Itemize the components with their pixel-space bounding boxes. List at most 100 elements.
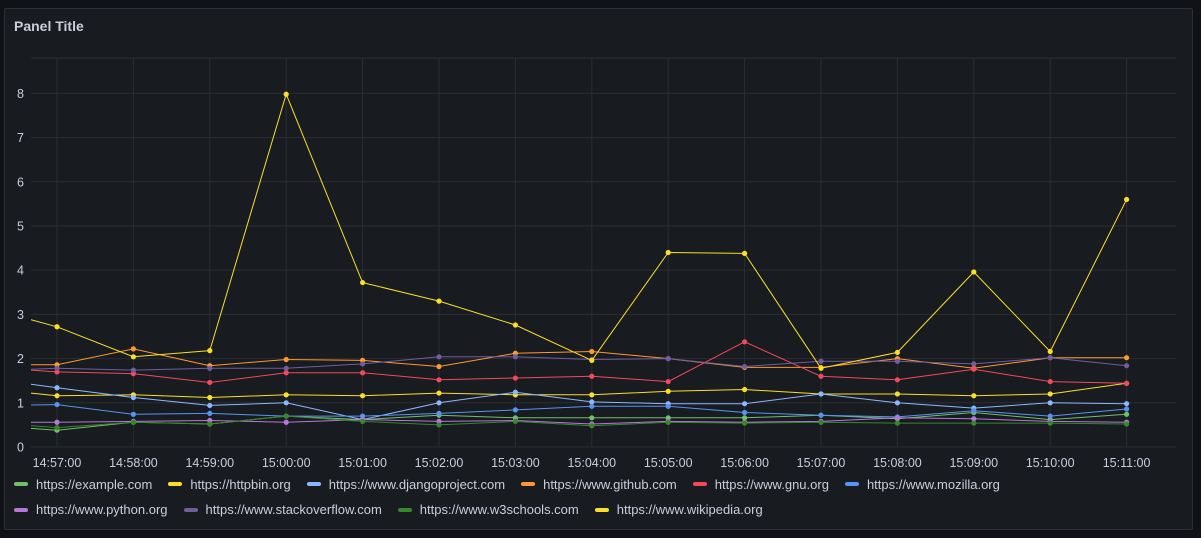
data-point	[665, 355, 671, 362]
legend-swatch	[306, 482, 321, 486]
data-point	[436, 400, 442, 406]
data-point	[512, 418, 519, 424]
data-point	[894, 349, 901, 356]
series-line	[31, 382, 1127, 398]
x-tick-label: 15:00:00	[262, 456, 311, 470]
data-point	[1124, 196, 1130, 203]
x-tick-label: 15:06:00	[720, 456, 769, 470]
data-point	[54, 419, 60, 425]
series-line	[31, 412, 1127, 431]
data-point	[283, 419, 289, 425]
legend-item[interactable]: https://www.wikipedia.org	[594, 498, 763, 521]
legend-item[interactable]: https://example.com	[14, 473, 152, 496]
legend-swatch	[397, 507, 412, 512]
data-point	[1047, 391, 1053, 397]
legend-label: https://www.stackoverflow.com	[205, 502, 382, 517]
data-point	[1047, 348, 1053, 355]
data-point	[207, 402, 213, 409]
data-point	[360, 370, 366, 376]
legend-item[interactable]: https://www.gnu.org	[692, 473, 829, 496]
data-point	[54, 324, 60, 330]
legend-swatch	[844, 482, 859, 486]
line-chart: 0 1 2 3 4 5 6 7 8 14:57:00 14:58:00 14:59:00 15:00:0…	[17, 57, 1176, 470]
data-point	[283, 400, 289, 406]
legend-item[interactable]: https://www.djangoproject.com	[306, 473, 506, 496]
data-point	[589, 348, 595, 355]
data-point	[1047, 378, 1053, 385]
data-point	[589, 392, 595, 398]
data-point	[1047, 413, 1053, 419]
data-point	[742, 386, 748, 393]
data-point	[818, 412, 824, 418]
data-point	[130, 394, 136, 401]
data-point	[742, 415, 748, 421]
data-point	[1047, 400, 1053, 406]
data-point	[436, 422, 442, 428]
legend-label: https://www.w3schools.com	[419, 502, 579, 517]
data-point	[589, 357, 595, 363]
data-point	[130, 354, 136, 360]
data-point	[360, 279, 366, 286]
legend-label: https://www.djangoproject.com	[328, 476, 506, 492]
x-tick-label: 15:01:00	[338, 456, 387, 470]
legend-swatch	[183, 507, 198, 512]
legend-item[interactable]: https://www.stackoverflow.com	[183, 498, 382, 521]
data-point	[1047, 355, 1053, 361]
data-point	[894, 420, 901, 426]
data-point	[283, 370, 289, 376]
data-point	[742, 250, 748, 256]
legend-item[interactable]: https://httpbin.org	[168, 473, 291, 496]
legend-label: https://example.com	[36, 476, 153, 492]
y-tick-label: 2	[17, 352, 24, 366]
x-tick-label: 15:03:00	[491, 456, 540, 470]
y-tick-label: 1	[17, 396, 24, 410]
data-point	[742, 409, 748, 416]
chart-legend: https://example.com https://httpbin.org ht…	[14, 470, 1184, 521]
data-point	[130, 419, 136, 425]
data-point	[665, 403, 671, 409]
data-point	[207, 365, 213, 371]
data-point	[665, 388, 671, 394]
data-point	[818, 373, 824, 379]
x-tick-label: 15:11:00	[1103, 456, 1151, 470]
x-tick-label: 15:07:00	[797, 456, 846, 470]
data-point	[283, 356, 289, 363]
data-point	[894, 391, 901, 397]
legend-label: https://www.python.org	[36, 502, 168, 517]
legend-item[interactable]: https://www.github.com	[521, 473, 677, 496]
x-tick-label: 15:10:00	[1026, 456, 1075, 470]
data-point	[742, 420, 748, 426]
data-point	[54, 393, 60, 399]
data-point	[283, 91, 289, 97]
data-point	[1124, 421, 1130, 427]
data-point	[894, 400, 901, 406]
data-point	[1124, 406, 1130, 412]
data-point	[512, 389, 519, 395]
legend-item[interactable]: https://www.python.org	[14, 498, 168, 521]
data-point	[971, 416, 977, 422]
data-point	[665, 419, 671, 425]
data-point	[1124, 411, 1130, 417]
data-point	[436, 298, 442, 304]
data-point	[512, 375, 519, 381]
data-point	[971, 361, 977, 367]
data-point	[971, 269, 977, 275]
legend-swatch	[168, 482, 183, 486]
legend-item[interactable]: https://www.mozilla.org	[844, 473, 1000, 496]
y-tick-label: 5	[17, 219, 24, 233]
data-point	[512, 322, 519, 328]
data-point	[283, 392, 289, 398]
data-point	[818, 365, 824, 371]
data-point	[130, 346, 136, 352]
data-point	[1124, 401, 1130, 407]
legend-item[interactable]: https://www.w3schools.com	[397, 498, 579, 521]
legend-swatch	[14, 507, 28, 512]
data-point	[742, 339, 748, 345]
data-point	[665, 378, 671, 385]
data-point	[130, 367, 136, 373]
data-point	[589, 415, 595, 421]
data-point	[971, 393, 977, 399]
data-point	[54, 401, 60, 408]
data-point	[1124, 380, 1130, 386]
data-point	[207, 348, 213, 354]
